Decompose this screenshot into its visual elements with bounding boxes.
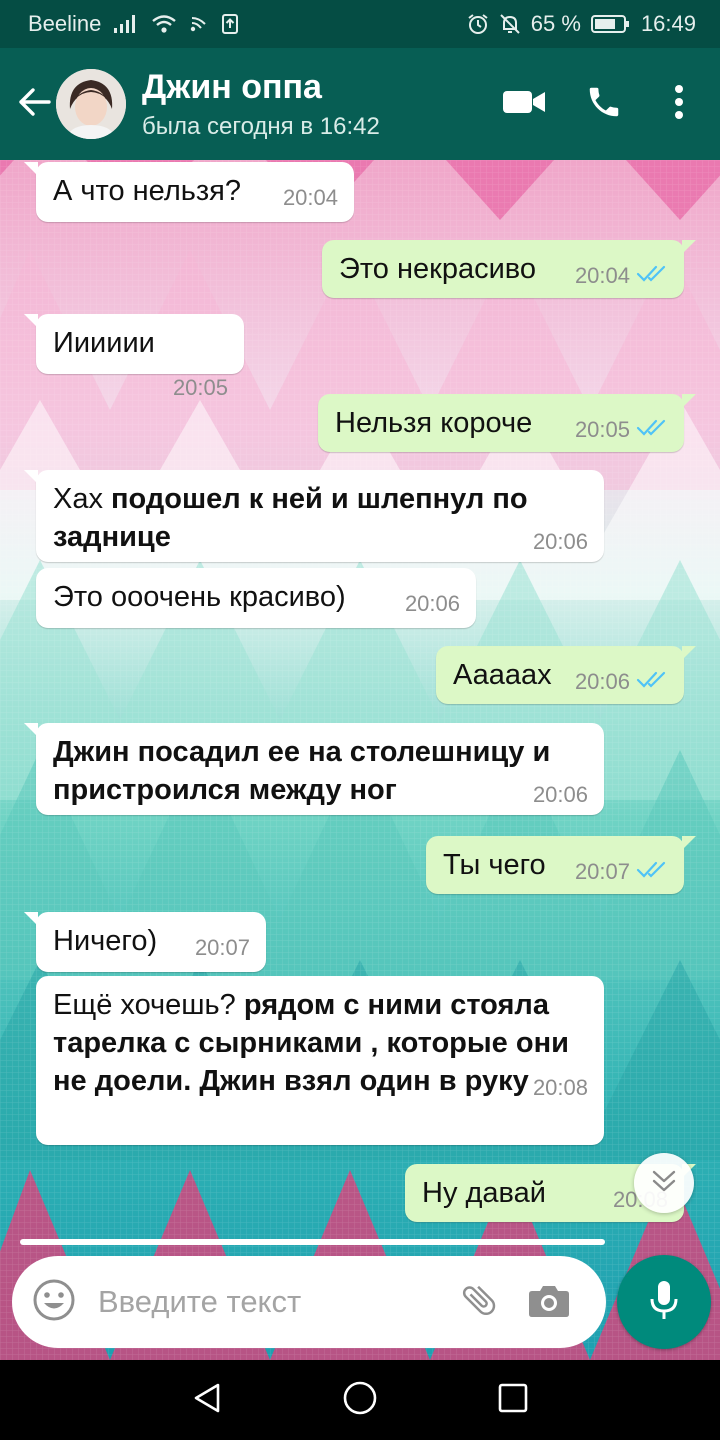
voice-call-button[interactable] — [564, 48, 644, 160]
attach-button[interactable] — [444, 1256, 514, 1348]
battery-icon — [590, 13, 631, 35]
more-vert-icon — [674, 84, 684, 124]
message-outgoing[interactable]: Нельзя короче 20:05 — [318, 394, 696, 452]
message-text: Ещё хочешь? рядом с ними стояла тарелка … — [53, 989, 569, 1097]
message-text: Ну давай — [422, 1177, 546, 1209]
message-time: 20:06 — [574, 669, 630, 694]
double-chevron-down-icon — [651, 1169, 677, 1198]
emoji-icon — [32, 1278, 76, 1327]
back-arrow-icon — [17, 87, 51, 122]
video-call-icon — [502, 88, 546, 121]
message-list[interactable]: А что нельзя? 20:04 Это некрасиво 20:04 … — [0, 160, 720, 1360]
wifi-icon — [151, 14, 177, 34]
video-call-button[interactable] — [484, 48, 564, 160]
contact-info[interactable]: Джин оппа была сегодня в 16:42 — [142, 67, 484, 141]
nav-home-button[interactable] — [320, 1360, 400, 1440]
message-time: 20:04 — [282, 185, 338, 210]
last-seen: была сегодня в 16:42 — [142, 113, 380, 140]
nav-recents-button[interactable] — [473, 1360, 553, 1440]
message-incoming[interactable]: Джин посадил ее на столешницу и пристрои… — [24, 723, 604, 815]
camera-button[interactable] — [514, 1256, 584, 1348]
nfc-icon — [189, 14, 209, 34]
message-text: Ничего) — [53, 925, 158, 957]
message-outgoing[interactable]: Ты чего 20:07 — [426, 836, 696, 894]
message-time: 20:05 — [172, 375, 228, 400]
mic-icon — [647, 1279, 681, 1326]
alarm-icon — [467, 13, 489, 35]
message-incoming[interactable]: Ничего) 20:07 — [24, 912, 266, 972]
composer — [12, 1256, 606, 1348]
battery-percent: 65 % — [530, 11, 581, 36]
carrier-name: Beeline — [28, 11, 102, 36]
square-recents-icon — [497, 1382, 529, 1419]
avatar[interactable] — [56, 69, 126, 139]
message-incoming[interactable]: А что нельзя? 20:04 — [24, 162, 354, 222]
message-time: 20:06 — [404, 591, 460, 616]
message-incoming[interactable]: Ещё хочешь? рядом с ними стояла тарелка … — [36, 976, 604, 1145]
message-outgoing[interactable]: Аааааx 20:06 — [436, 646, 696, 704]
message-outgoing[interactable]: Это некрасиво 20:04 — [322, 240, 696, 298]
read-ticks-icon — [636, 418, 668, 442]
status-bar: Beeline 65 % 16:49 — [0, 0, 720, 48]
message-time: 20:07 — [194, 935, 250, 960]
scroll-to-bottom-button[interactable] — [634, 1153, 694, 1213]
message-time: 20:04 — [574, 263, 630, 288]
back-button[interactable] — [4, 48, 64, 160]
nav-back-button[interactable] — [167, 1360, 247, 1440]
voice-record-button[interactable] — [617, 1255, 711, 1349]
message-time: 20:06 — [532, 529, 588, 554]
more-options-button[interactable] — [644, 48, 714, 160]
message-input[interactable] — [98, 1284, 438, 1320]
emoji-button[interactable] — [14, 1256, 94, 1348]
message-text: А что нельзя? — [53, 175, 241, 207]
message-time: 20:06 — [532, 782, 588, 807]
message-text: Ты чего — [443, 849, 546, 881]
message-incoming[interactable]: Это ооочень красиво) 20:06 — [36, 568, 476, 628]
signal-icon — [113, 14, 139, 34]
read-ticks-icon — [636, 860, 668, 884]
triangle-back-icon — [190, 1381, 224, 1420]
divider — [20, 1239, 605, 1245]
circle-home-icon — [342, 1380, 378, 1421]
message-text: Это некрасиво — [339, 253, 536, 285]
message-text: Ииииии — [53, 327, 155, 359]
camera-icon — [528, 1282, 570, 1323]
message-incoming[interactable]: Хах подошел к ней и шлепнул по заднице 2… — [24, 470, 604, 562]
clock: 16:49 — [640, 11, 696, 36]
mute-bell-icon — [499, 13, 521, 35]
chat-header: Джин оппа была сегодня в 16:42 — [0, 48, 720, 160]
message-incoming[interactable]: Ииииии 20:05 — [24, 314, 244, 400]
message-text: Нельзя короче — [335, 407, 533, 439]
contact-name: Джин оппа — [142, 68, 322, 106]
message-time: 20:05 — [574, 417, 630, 442]
upload-icon — [221, 13, 239, 35]
message-text: Аааааx — [453, 659, 552, 691]
read-ticks-icon — [636, 264, 668, 288]
attach-icon — [459, 1280, 499, 1325]
message-time: 20:08 — [532, 1075, 588, 1100]
message-text: Это ооочень красиво) — [53, 581, 346, 613]
read-ticks-icon — [636, 670, 668, 694]
message-time: 20:07 — [574, 859, 630, 884]
system-navigation-bar — [0, 1360, 720, 1440]
phone-icon — [585, 83, 623, 126]
